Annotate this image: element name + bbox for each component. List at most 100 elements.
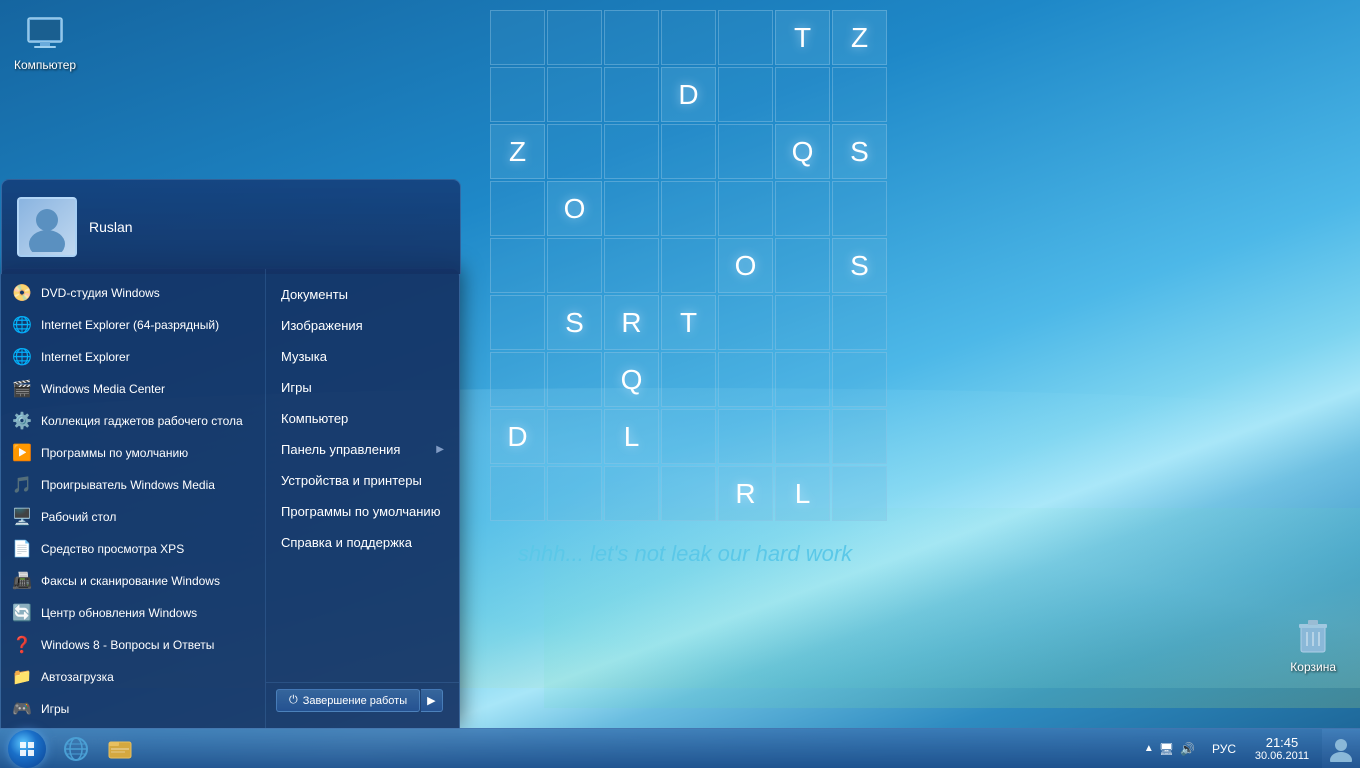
- puzzle-widget: T Z D Z Q S O: [490, 10, 880, 567]
- right-menu-item[interactable]: Игры: [266, 372, 459, 403]
- right-menu-item[interactable]: Документы: [266, 279, 459, 310]
- program-label: Windows Media Center: [41, 382, 165, 396]
- puzzle-cell: [661, 181, 716, 236]
- puzzle-cell: [604, 67, 659, 122]
- user-icon-tray[interactable]: [1322, 729, 1360, 768]
- taskbar-explorer-button[interactable]: [98, 729, 142, 768]
- puzzle-grid: T Z D Z Q S O: [490, 10, 880, 521]
- program-item[interactable]: 🎮 Игры: [1, 693, 265, 725]
- submenu-arrow-icon: ▶: [436, 444, 444, 455]
- puzzle-cell: [661, 124, 716, 179]
- puzzle-cell: L: [604, 409, 659, 464]
- shutdown-button[interactable]: ⏻ Завершение работы: [276, 689, 420, 712]
- puzzle-cell: S: [547, 295, 602, 350]
- puzzle-cell: [661, 352, 716, 407]
- tray-volume-icon[interactable]: 🔊: [1177, 742, 1198, 756]
- program-item[interactable]: ❓ Windows 8 - Вопросы и Ответы: [1, 629, 265, 661]
- clock-time: 21:45: [1266, 735, 1299, 750]
- program-item[interactable]: 🎵 Проигрыватель Windows Media: [1, 469, 265, 501]
- right-item-label: Изображения: [281, 318, 363, 333]
- program-label: Игры: [41, 702, 69, 716]
- puzzle-cell: [547, 124, 602, 179]
- puzzle-cell: [604, 238, 659, 293]
- right-item-label: Панель управления: [281, 442, 400, 457]
- puzzle-cell: [604, 10, 659, 65]
- program-item[interactable]: 📠 Факсы и сканирование Windows: [1, 565, 265, 597]
- right-menu-item[interactable]: Программы по умолчанию: [266, 496, 459, 527]
- program-label: Автозагрузка: [41, 670, 114, 684]
- program-icon: 📁: [11, 666, 33, 688]
- program-label: DVD-студия Windows: [41, 286, 160, 300]
- puzzle-cell: [718, 67, 773, 122]
- language-indicator[interactable]: РУС: [1206, 742, 1242, 756]
- program-item[interactable]: 📀 DVD-студия Windows: [1, 277, 265, 309]
- desktop-icon-trash[interactable]: Корзина: [1286, 612, 1340, 678]
- start-orb: [8, 730, 46, 768]
- program-item[interactable]: 🌐 Internet Explorer: [1, 341, 265, 373]
- puzzle-cell: [547, 10, 602, 65]
- system-tray: ▲ 🖥 🔊: [1134, 729, 1206, 768]
- program-item[interactable]: 📄 Средство просмотра XPS: [1, 533, 265, 565]
- program-label: Internet Explorer: [41, 350, 130, 364]
- puzzle-cell: [775, 181, 830, 236]
- puzzle-cell: [718, 124, 773, 179]
- puzzle-cell: [547, 352, 602, 407]
- shutdown-arrow-button[interactable]: ▶: [421, 689, 442, 712]
- start-button[interactable]: [0, 729, 54, 768]
- puzzle-cell: [718, 10, 773, 65]
- puzzle-cell: [775, 238, 830, 293]
- right-item-label: Компьютер: [281, 411, 348, 426]
- right-item-label: Справка и поддержка: [281, 535, 412, 550]
- program-icon: ❓: [11, 634, 33, 656]
- right-menu-item[interactable]: Изображения: [266, 310, 459, 341]
- program-item[interactable]: ▶️ Программы по умолчанию: [1, 437, 265, 469]
- right-menu-item[interactable]: Панель управления ▶: [266, 434, 459, 465]
- program-label: Программы по умолчанию: [41, 446, 188, 460]
- program-item[interactable]: ⚙️ Коллекция гаджетов рабочего стола: [1, 405, 265, 437]
- puzzle-cell: [490, 295, 545, 350]
- puzzle-cell: [718, 409, 773, 464]
- program-label: Рабочий стол: [41, 510, 116, 524]
- desktop-icon-computer[interactable]: Компьютер: [10, 10, 80, 76]
- program-icon: 🖥️: [11, 506, 33, 528]
- right-menu-item[interactable]: Устройства и принтеры: [266, 465, 459, 496]
- program-icon: 🎵: [11, 474, 33, 496]
- puzzle-cell: O: [547, 181, 602, 236]
- clock[interactable]: 21:45 30.06.2011: [1242, 729, 1322, 768]
- program-item[interactable]: 🔄 Центр обновления Windows: [1, 597, 265, 629]
- right-items-list: Документы Изображения Музыка Игры Компью…: [266, 279, 459, 558]
- program-item[interactable]: 🌐 Internet Explorer (64-разрядный): [1, 309, 265, 341]
- program-label: Windows 8 - Вопросы и Ответы: [41, 638, 214, 652]
- puzzle-cell: [547, 67, 602, 122]
- start-menu-left-panel: 📀 DVD-студия Windows 🌐 Internet Explorer…: [1, 269, 266, 728]
- trash-icon-image: [1293, 616, 1333, 656]
- puzzle-cell: S: [832, 238, 887, 293]
- clock-date: 30.06.2011: [1255, 750, 1309, 762]
- program-item[interactable]: 🎬 Windows Media Center: [1, 373, 265, 405]
- program-item[interactable]: 🖥️ Рабочий стол: [1, 501, 265, 533]
- puzzle-cell: [547, 238, 602, 293]
- username: Ruslan: [89, 219, 133, 235]
- program-item[interactable]: 📁 Автозагрузка: [1, 661, 265, 693]
- puzzle-cell: [775, 67, 830, 122]
- puzzle-cell: Q: [775, 124, 830, 179]
- puzzle-subtitle: shhh... let's not leak our hard work: [490, 541, 880, 567]
- right-menu-item[interactable]: Компьютер: [266, 403, 459, 434]
- right-item-label: Музыка: [281, 349, 327, 364]
- right-item-label: Устройства и принтеры: [281, 473, 422, 488]
- right-menu-item[interactable]: Музыка: [266, 341, 459, 372]
- puzzle-cell: [547, 409, 602, 464]
- puzzle-cell: [775, 295, 830, 350]
- user-avatar: [17, 197, 77, 257]
- puzzle-cell: [604, 466, 659, 521]
- puzzle-cell: [832, 352, 887, 407]
- taskbar-ie-button[interactable]: [54, 729, 98, 768]
- puzzle-cell: [604, 124, 659, 179]
- tray-expand-button[interactable]: ▲: [1142, 743, 1156, 754]
- puzzle-cell: [490, 67, 545, 122]
- puzzle-cell: [490, 10, 545, 65]
- right-menu-item[interactable]: Справка и поддержка: [266, 527, 459, 558]
- puzzle-cell: T: [775, 10, 830, 65]
- puzzle-cell: [490, 352, 545, 407]
- tray-network-icon[interactable]: 🖥: [1156, 742, 1177, 756]
